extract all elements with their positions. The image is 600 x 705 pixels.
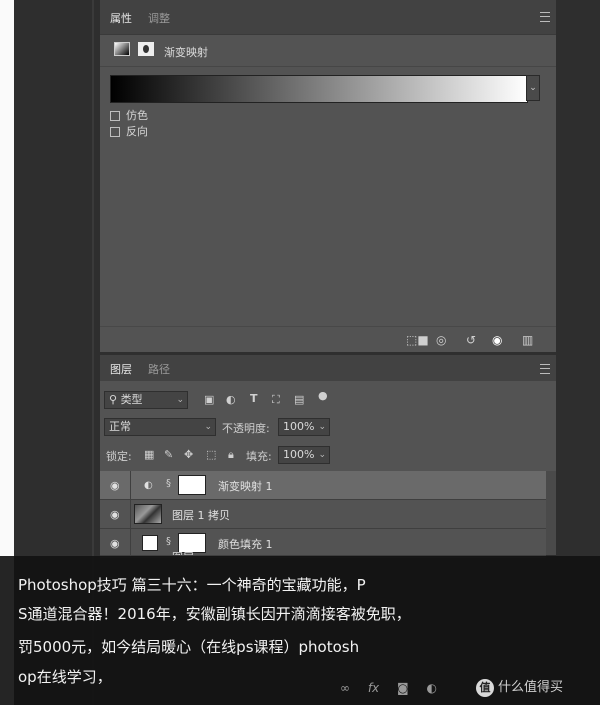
properties-bottom-bar: ⬚■ ◎ ↺ ◉ ▥ bbox=[100, 326, 556, 353]
option-dither[interactable]: 仿色 bbox=[110, 107, 148, 122]
eye-icon[interactable]: ◉ bbox=[110, 479, 120, 492]
layer-row[interactable]: ◉ ◐ § 渐变映射 1 bbox=[100, 471, 546, 500]
chevron-down-icon: ⌄ bbox=[318, 450, 326, 460]
dither-checkbox[interactable] bbox=[110, 111, 120, 121]
caption-line-1: Photoshop技巧 篇三十六：一个神奇的宝藏功能，P bbox=[18, 576, 366, 594]
link-layers-icon[interactable]: ∞ bbox=[340, 681, 350, 695]
visibility-toggle-icon[interactable]: ◎ bbox=[436, 333, 446, 347]
adjustment-header: 渐变映射 bbox=[100, 36, 556, 67]
layer-filter-select[interactable]: ⚲ 类型 ⌄ bbox=[104, 391, 188, 409]
lock-pixels-icon[interactable]: ✎ bbox=[164, 448, 173, 461]
watermark-badge: 值 bbox=[476, 679, 494, 697]
clip-icon[interactable]: ⬚■ bbox=[406, 333, 429, 347]
search-icon: ⚲ bbox=[109, 393, 121, 406]
smart-object-filter-icon[interactable]: ▤ bbox=[294, 393, 304, 406]
dither-label: 仿色 bbox=[126, 109, 148, 122]
tab-layers[interactable]: 图层 bbox=[110, 361, 132, 377]
layer-thumbnail[interactable] bbox=[134, 504, 162, 524]
reverse-checkbox[interactable] bbox=[110, 127, 120, 137]
opacity-field[interactable]: 100% ⌄ bbox=[278, 418, 330, 436]
add-mask-icon[interactable]: ◙ bbox=[397, 681, 409, 695]
layer-row[interactable]: ◉ 图层 1 拷贝 bbox=[100, 500, 546, 529]
caption-line-2: S通道混合器！2016年，安徽副镇长因开滴滴接客被免职， bbox=[18, 605, 411, 623]
layer-mask-thumbnail[interactable] bbox=[178, 475, 206, 495]
eye-icon[interactable]: ◉ bbox=[110, 508, 120, 521]
layers-menu-icon[interactable] bbox=[540, 364, 550, 374]
layers-bottom-bar: ∞ fx ◙ ◐ bbox=[340, 681, 437, 695]
gradient-preview[interactable] bbox=[110, 75, 528, 103]
layer-mask-thumbnail[interactable] bbox=[178, 533, 206, 553]
filter-type-label: 类型 bbox=[120, 393, 143, 406]
blend-mode-select[interactable]: 正常 ⌄ bbox=[104, 418, 216, 436]
shape-filter-icon[interactable]: ⛶ bbox=[272, 393, 280, 407]
gradient-map-icon bbox=[114, 42, 130, 56]
blend-mode-value: 正常 bbox=[109, 420, 131, 433]
fx-icon[interactable]: fx bbox=[368, 681, 379, 695]
lock-position-icon[interactable]: ✥ bbox=[184, 448, 193, 461]
eye-icon[interactable]: ◉ bbox=[110, 537, 120, 550]
fill-value: 100% bbox=[283, 448, 315, 461]
caption-line-3: 罚5000元，如今结局暖心（在线ps课程）photosh bbox=[18, 638, 360, 656]
fill-label: 填充: bbox=[246, 450, 272, 463]
caption-line-4: op在线学习， bbox=[18, 668, 112, 686]
tab-properties[interactable]: 属性 bbox=[110, 10, 132, 26]
adjustment-filter-icon[interactable]: ◐ bbox=[226, 393, 236, 406]
mask-icon[interactable] bbox=[138, 42, 154, 56]
opacity-label: 不透明度: bbox=[222, 422, 270, 435]
lock-artboard-icon[interactable]: ⬚ bbox=[206, 448, 216, 461]
fill-field[interactable]: 100% ⌄ bbox=[278, 446, 330, 464]
properties-panel: 属性 调整 渐变映射 ⌄ 仿色 反向 ⬚■ ◎ ↺ ◉ ▥ bbox=[100, 0, 556, 353]
layer-name[interactable]: 渐变映射 1 bbox=[218, 478, 273, 494]
properties-tabbar: 属性 调整 bbox=[100, 0, 556, 35]
new-adjustment-icon[interactable]: ◐ bbox=[426, 681, 436, 695]
opacity-value: 100% bbox=[283, 420, 315, 433]
adjustment-title: 渐变映射 bbox=[164, 46, 208, 59]
fill-color-thumbnail[interactable] bbox=[142, 535, 158, 551]
layers-tabbar: 图层 路径 bbox=[100, 355, 556, 381]
type-filter-icon[interactable]: T bbox=[250, 392, 258, 405]
adjustment-layer-icon: ◐ bbox=[144, 480, 153, 491]
option-reverse[interactable]: 反向 bbox=[110, 123, 148, 138]
layer-name[interactable]: 图层 1 拷贝 bbox=[172, 507, 230, 523]
link-icon[interactable]: § bbox=[166, 478, 171, 489]
chevron-down-icon: ⌄ bbox=[176, 395, 184, 405]
lock-transparent-icon[interactable]: ▦ bbox=[144, 448, 154, 461]
chevron-down-icon: ⌄ bbox=[318, 422, 326, 432]
tab-adjustments[interactable]: 调整 bbox=[148, 10, 170, 26]
reverse-label: 反向 bbox=[126, 125, 148, 138]
tab-paths[interactable]: 路径 bbox=[148, 361, 170, 377]
watermark-text: 什么值得买 bbox=[498, 680, 564, 695]
link-icon[interactable]: § bbox=[166, 536, 171, 547]
panel-menu-icon[interactable] bbox=[540, 12, 550, 22]
trash-icon[interactable]: ▥ bbox=[522, 333, 533, 347]
layer-name[interactable]: 颜色填充 1 bbox=[218, 536, 273, 552]
visibility-cell[interactable]: ◉ bbox=[100, 500, 131, 528]
reset-icon[interactable]: ↺ bbox=[466, 333, 476, 347]
gradient-dropdown[interactable]: ⌄ bbox=[526, 75, 540, 101]
filter-toggle-icon[interactable]: ● bbox=[318, 389, 328, 402]
eye-icon[interactable]: ◉ bbox=[492, 333, 502, 347]
lock-label: 锁定: bbox=[106, 450, 132, 463]
lock-all-icon[interactable]: 🔒︎ bbox=[228, 448, 234, 462]
visibility-cell[interactable]: ◉ bbox=[100, 471, 131, 499]
pixel-filter-icon[interactable]: ▣ bbox=[204, 393, 214, 406]
chevron-down-icon: ⌄ bbox=[204, 422, 212, 432]
layers-panel: 图层 路径 ⚲ 类型 ⌄ ▣ ◐ T ⛶ ▤ ● 正常 ⌄ 不透明度: 100% ⌄ … bbox=[100, 355, 556, 558]
layers-scrollbar[interactable] bbox=[546, 471, 556, 555]
watermark: 值什么值得买 bbox=[476, 676, 563, 698]
mask-dot bbox=[143, 45, 149, 53]
